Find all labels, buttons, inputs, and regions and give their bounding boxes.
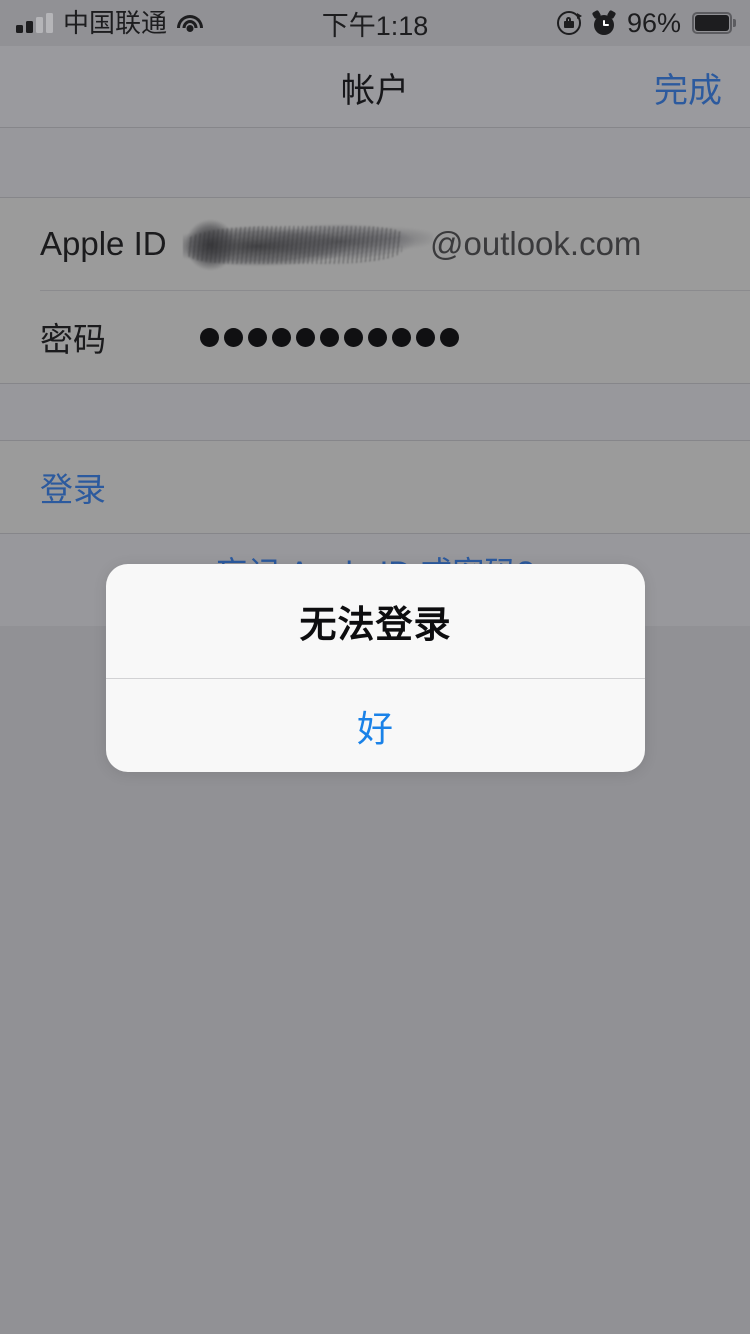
- alert-ok-label: 好: [356, 707, 394, 749]
- alert-content: 无法登录: [106, 564, 645, 678]
- cannot-sign-in-alert: 无法登录 好: [106, 564, 645, 772]
- alert-backdrop: 无法登录 好: [0, 0, 750, 1334]
- alert-title: 无法登录: [299, 604, 452, 645]
- alert-ok-button[interactable]: 好: [106, 679, 645, 772]
